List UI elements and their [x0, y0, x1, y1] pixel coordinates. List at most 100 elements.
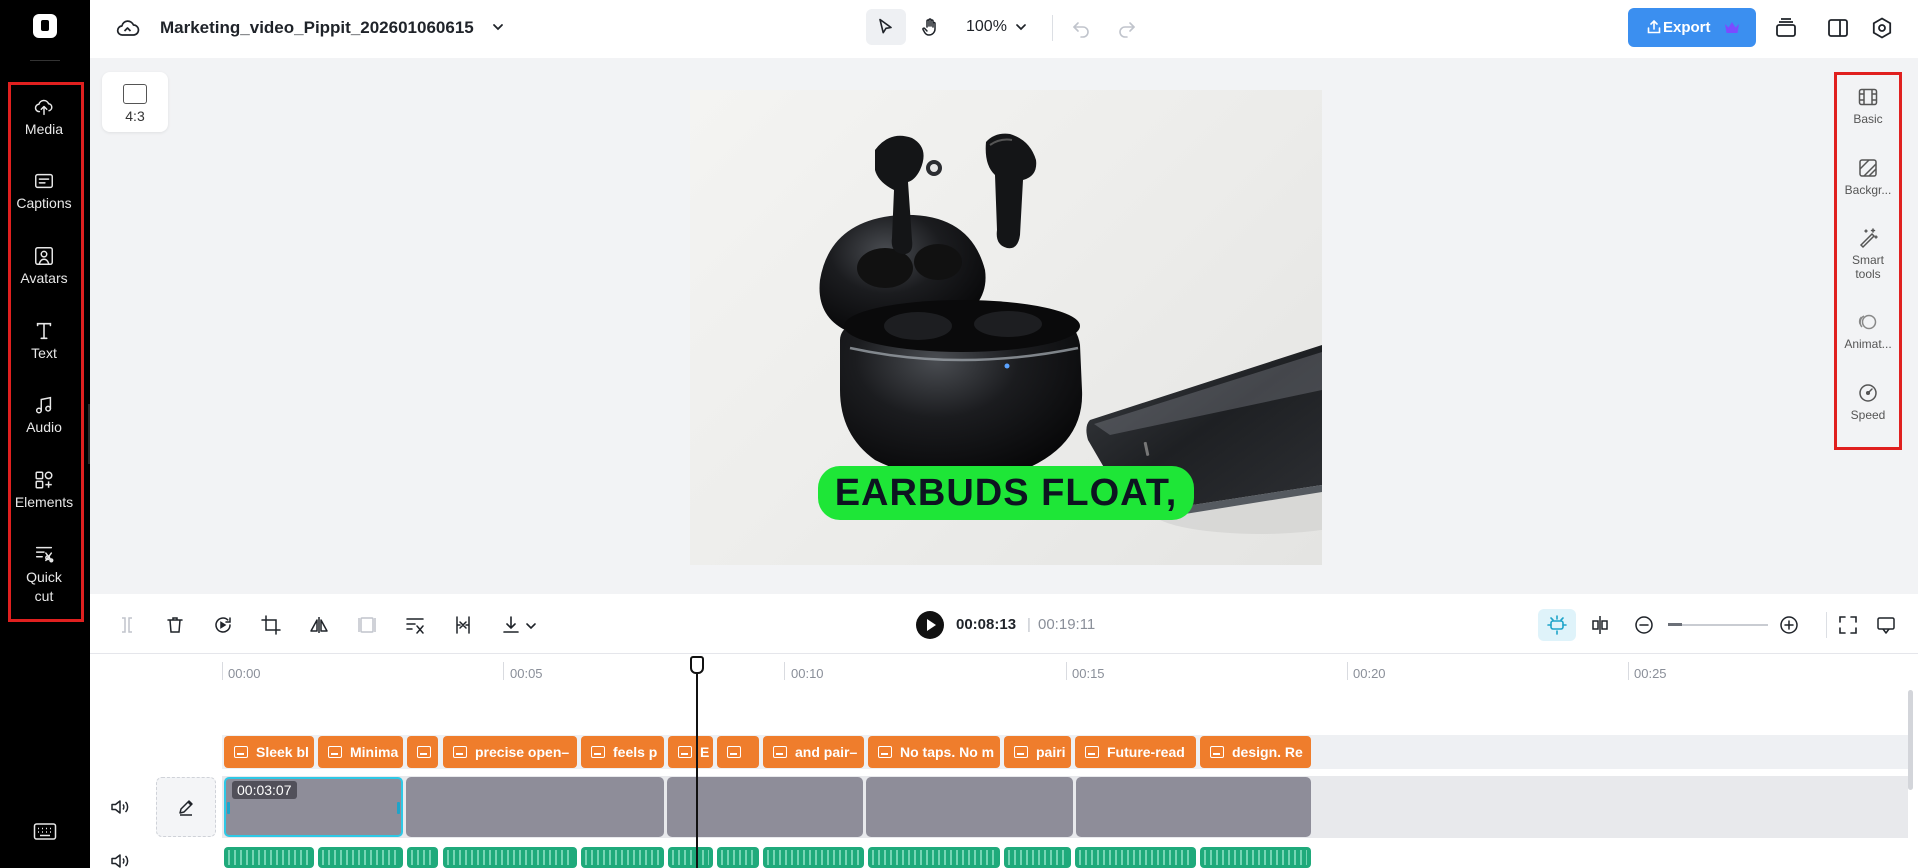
sidebar-item-avatars[interactable]: Avatars	[8, 245, 80, 286]
trim-icon[interactable]	[452, 614, 474, 636]
zoom-in-icon[interactable]	[1778, 614, 1800, 636]
caption-clip[interactable]: pairi	[1004, 736, 1071, 768]
caption-clip[interactable]: precise open–	[443, 736, 577, 768]
sidebar-item-elements[interactable]: Elements	[8, 469, 80, 510]
sidebar-item-audio[interactable]: Audio	[8, 394, 80, 435]
crop-icon[interactable]	[260, 614, 282, 636]
audio-clip[interactable]	[717, 847, 759, 868]
panel-layout-icon[interactable]	[1826, 16, 1850, 40]
crown-icon	[1725, 22, 1739, 33]
caption-clip[interactable]	[407, 736, 438, 768]
chevron-down-icon[interactable]	[490, 19, 506, 35]
magnet-snap-button[interactable]	[1538, 609, 1576, 641]
speaker-icon[interactable]	[110, 798, 130, 816]
panel-item-smart-tools[interactable]: Smart tools	[1838, 227, 1898, 281]
sidebar-item-text[interactable]: Text	[8, 320, 80, 361]
sidebar-item-label: Elements	[14, 494, 74, 510]
freeze-frame-icon[interactable]	[356, 614, 378, 636]
video-clip[interactable]	[866, 777, 1073, 837]
snap-icon	[1547, 615, 1567, 635]
audio-clip[interactable]	[868, 847, 1000, 868]
audio-clip[interactable]	[443, 847, 577, 868]
caption-clip[interactable]: feels p	[581, 736, 664, 768]
playhead-line[interactable]	[696, 664, 698, 868]
zoom-level[interactable]: 100%	[966, 18, 1007, 36]
clip-trim-handle-left[interactable]	[227, 802, 230, 814]
cover-edit-button[interactable]	[156, 777, 216, 837]
speed-gauge-icon	[1859, 384, 1877, 402]
clip-trim-handle-right[interactable]	[397, 802, 400, 814]
panel-item-animation[interactable]: Animat...	[1838, 311, 1898, 351]
timeline-scrollbar[interactable]	[1908, 690, 1913, 790]
download-icon[interactable]	[500, 614, 522, 636]
video-clip[interactable]	[406, 777, 664, 837]
flip-icon[interactable]	[308, 614, 330, 636]
comment-icon[interactable]	[1875, 614, 1897, 636]
sidebar-item-media[interactable]: Media	[8, 96, 80, 137]
caption-clip-text: Sleek bl	[256, 744, 309, 760]
panel-item-background[interactable]: Backgr...	[1838, 157, 1898, 197]
export-button[interactable]: Export	[1628, 8, 1756, 47]
caption-clip-icon	[234, 746, 248, 758]
caption-clip[interactable]: Future-read	[1075, 736, 1196, 768]
audio-clip[interactable]	[581, 847, 664, 868]
panel-item-speed[interactable]: Speed	[1838, 382, 1898, 422]
caption-clip[interactable]: design. Re	[1200, 736, 1311, 768]
animation-icon	[1858, 314, 1877, 330]
total-time: 00:19:11	[1038, 616, 1096, 633]
caption-clip-text: E	[700, 744, 710, 760]
playhead-handle[interactable]	[690, 656, 704, 674]
fullscreen-icon[interactable]	[1837, 614, 1859, 636]
caption-clip[interactable]: E	[668, 736, 713, 768]
sidebar-item-label: Audio	[26, 419, 62, 435]
audio-clip[interactable]	[1200, 847, 1311, 868]
caption-clip[interactable]	[717, 736, 759, 768]
ruler-label: 00:10	[791, 666, 824, 681]
zoom-slider-track[interactable]	[1668, 624, 1768, 626]
audio-clip[interactable]	[407, 847, 438, 868]
sidebar-item-quick-cut[interactable]: Quick cut	[8, 543, 80, 606]
caption-clip-icon	[1014, 746, 1028, 758]
speaker-icon[interactable]	[110, 852, 130, 868]
current-time: 00:08:13	[956, 616, 1017, 633]
split-icon[interactable]	[116, 614, 138, 636]
caption-clip[interactable]: Minima	[318, 736, 403, 768]
zoom-chevron-down-icon[interactable]	[1014, 20, 1028, 34]
audio-clip[interactable]	[668, 847, 713, 868]
audio-clip[interactable]	[763, 847, 864, 868]
layers-stack-icon[interactable]	[1774, 16, 1798, 40]
gear-icon[interactable]	[1870, 16, 1894, 40]
redo-icon[interactable]	[1116, 17, 1138, 39]
play-button[interactable]	[916, 611, 944, 639]
caption-clip[interactable]: and pair–	[763, 736, 864, 768]
trash-icon[interactable]	[164, 614, 186, 636]
audio-clip[interactable]	[1075, 847, 1196, 868]
audio-clip[interactable]	[318, 847, 403, 868]
download-chevron-down-icon[interactable]	[524, 614, 538, 636]
select-tool-button[interactable]	[866, 9, 906, 45]
caption-clip-icon	[1210, 746, 1224, 758]
caption-overlay[interactable]: EARBUDS FLOAT,	[818, 466, 1194, 520]
project-title[interactable]: Marketing_video_Pippit_202601060615	[160, 18, 474, 38]
caption-clip-icon	[328, 746, 342, 758]
editor-app: Media Captions Avatars Text Audio Elemen…	[0, 0, 1918, 868]
panel-item-label: Backgr...	[1844, 183, 1892, 197]
audio-clip[interactable]	[1004, 847, 1071, 868]
caption-clip[interactable]: Sleek bl	[224, 736, 314, 768]
zoom-out-icon[interactable]	[1633, 614, 1655, 636]
hand-tool-button[interactable]	[910, 9, 950, 45]
video-preview[interactable]: EARBUDS FLOAT,	[690, 90, 1322, 565]
keyboard-icon[interactable]	[33, 822, 57, 842]
sidebar-item-captions[interactable]: Captions	[8, 170, 80, 211]
aspect-ratio-button[interactable]: 4:3	[102, 72, 168, 132]
undo-icon[interactable]	[1070, 17, 1092, 39]
split-view-icon[interactable]	[1589, 614, 1611, 636]
video-clip[interactable]	[1076, 777, 1311, 837]
auto-cut-icon[interactable]	[404, 614, 426, 636]
panel-item-basic[interactable]: Basic	[1838, 86, 1898, 126]
app-logo[interactable]	[33, 14, 57, 38]
audio-clip[interactable]	[224, 847, 314, 868]
caption-clip[interactable]: No taps. No m	[868, 736, 1000, 768]
text-icon	[36, 322, 52, 340]
replay-icon[interactable]	[212, 614, 234, 636]
